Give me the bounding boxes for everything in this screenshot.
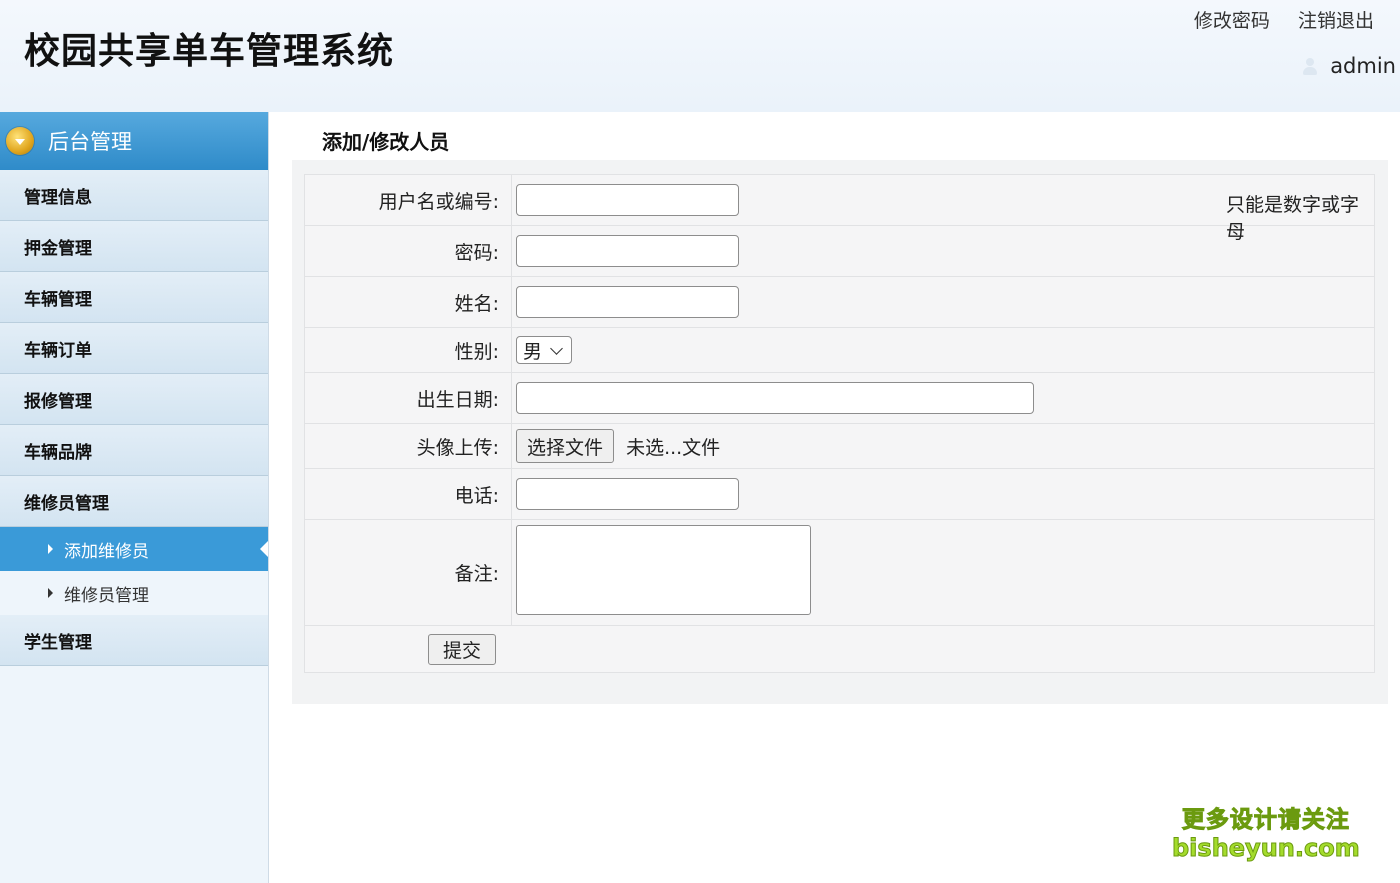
app-title: 校园共享单车管理系统: [24, 31, 395, 72]
sidebar-header-label: 后台管理: [48, 130, 132, 154]
sidebar-item-orders[interactable]: 车辆订单: [0, 323, 268, 374]
watermark: 更多设计请关注 bisheyun.com: [1172, 806, 1361, 863]
change-password-link[interactable]: 修改密码: [1194, 10, 1270, 32]
sidebar-item-brands[interactable]: 车辆品牌: [0, 425, 268, 476]
username: admin: [1330, 54, 1396, 78]
password-input[interactable]: [516, 235, 739, 267]
username-hint: 只能是数字或字母: [1226, 194, 1360, 243]
sidebar-item-repairs[interactable]: 报修管理: [0, 374, 268, 425]
phone-label: 电话:: [304, 468, 512, 520]
caret-right-icon: [48, 588, 53, 598]
sidebar-subitem-label: 添加维修员: [64, 541, 149, 562]
file-status: 未选...文件: [626, 436, 721, 459]
gender-selected-value: 男: [523, 340, 543, 363]
sidebar-item-info[interactable]: 管理信息: [0, 170, 268, 221]
avatar-label: 头像上传:: [304, 423, 512, 469]
password-label: 密码:: [304, 225, 512, 277]
gender-label: 性别:: [304, 327, 512, 373]
sidebar-item-vehicles[interactable]: 车辆管理: [0, 272, 268, 323]
birthdate-input[interactable]: [516, 382, 1034, 414]
person-form: 用户名或编号: 只能是数字或字母 密码: 姓名: 性别: 男 出生日期: 头像上…: [304, 174, 1375, 673]
collapse-toggle-icon: [6, 127, 34, 155]
sidebar-item-deposit[interactable]: 押金管理: [0, 221, 268, 272]
logout-link[interactable]: 注销退出: [1298, 10, 1374, 32]
top-links: 修改密码 注销退出: [1172, 6, 1374, 33]
sidebar-header[interactable]: 后台管理: [0, 112, 268, 170]
submit-button[interactable]: 提交: [428, 633, 497, 665]
form-panel: 用户名或编号: 只能是数字或字母 密码: 姓名: 性别: 男 出生日期: 头像上…: [292, 160, 1388, 704]
name-input[interactable]: [516, 286, 739, 318]
name-label: 姓名:: [304, 276, 512, 328]
sidebar: 后台管理 管理信息 押金管理 车辆管理 车辆订单 报修管理 车辆品牌 维修员管理…: [0, 112, 269, 883]
watermark-line-2: bisheyun.com: [1172, 834, 1361, 863]
sidebar-item-repairmen[interactable]: 维修员管理: [0, 476, 268, 527]
sidebar-subitem-manage-repairmen[interactable]: 维修员管理: [0, 571, 268, 615]
username-input[interactable]: [516, 184, 739, 216]
chevron-down-icon: [550, 341, 563, 355]
user-icon: [1302, 56, 1318, 76]
sidebar-subitem-label: 维修员管理: [64, 585, 149, 606]
phone-input[interactable]: [516, 478, 739, 510]
remark-label: 备注:: [304, 519, 512, 626]
remark-textarea[interactable]: [516, 525, 811, 615]
gender-select[interactable]: 男: [516, 336, 573, 364]
birthdate-label: 出生日期:: [304, 372, 512, 424]
user-info: admin: [1302, 54, 1396, 78]
sidebar-item-students[interactable]: 学生管理: [0, 615, 268, 666]
sidebar-subitem-add-repairman[interactable]: 添加维修员: [0, 527, 268, 571]
header: 校园共享单车管理系统 修改密码 注销退出 admin: [0, 0, 1400, 112]
username-label: 用户名或编号:: [304, 174, 512, 226]
page-title: 添加/修改人员: [322, 130, 450, 154]
choose-file-button[interactable]: 选择文件: [516, 429, 615, 463]
watermark-line-1: 更多设计请关注: [1181, 807, 1350, 834]
caret-right-icon: [48, 544, 53, 554]
